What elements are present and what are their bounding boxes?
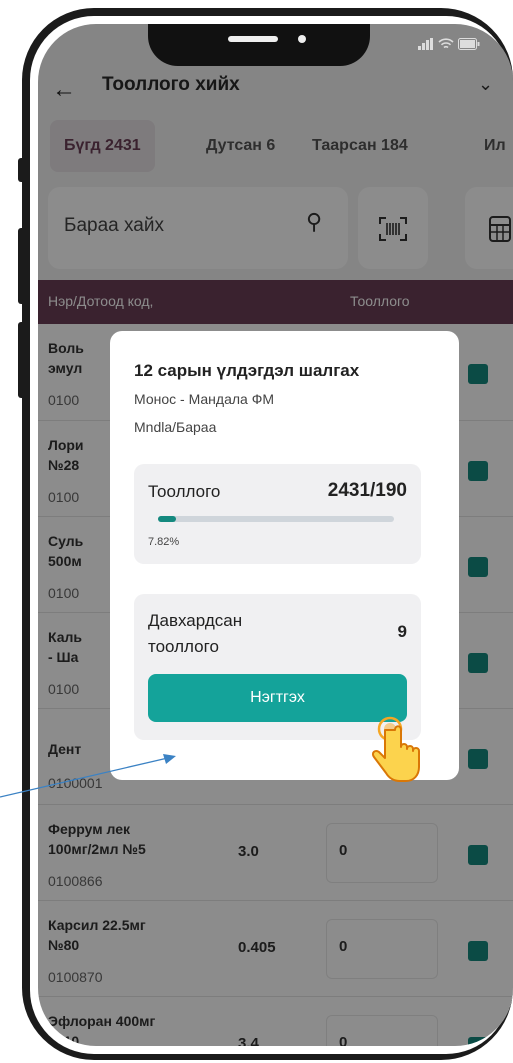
merge-button[interactable]: Нэгтгэх [148,674,407,722]
phone-notch [148,24,370,66]
battery-icon [458,38,480,50]
wifi-icon [438,38,454,49]
progress-bar-fill [158,516,177,522]
status-bar-icons [418,38,480,50]
dialog-location: Mndla/Бараа [134,419,217,435]
tap-hand-icon [371,716,420,782]
count-progress-card: Тооллого 2431/190 7.82% [134,464,421,564]
promo-stage: ← Тооллого хийх ⌄ Бүгд 2431 Дутсан 6 Таа… [0,0,513,1063]
speaker-grille [228,36,278,42]
duplicate-label: Давхардсан тооллого [148,611,243,656]
duplicate-value: 9 [397,622,407,641]
dialog-store-name: Монос - Мандала ФМ [134,391,275,407]
progress-bar [158,516,394,522]
count-label: Тооллого [148,482,221,501]
count-value: 2431/190 [327,480,407,501]
signal-icon [418,38,433,50]
progress-percent: 7.82% [148,536,180,548]
inventory-check-dialog: 12 сарын үлдэгдэл шалгах Монос - Мандала… [110,331,459,780]
front-camera [298,35,306,43]
dialog-title: 12 сарын үлдэгдэл шалгах [134,361,360,380]
